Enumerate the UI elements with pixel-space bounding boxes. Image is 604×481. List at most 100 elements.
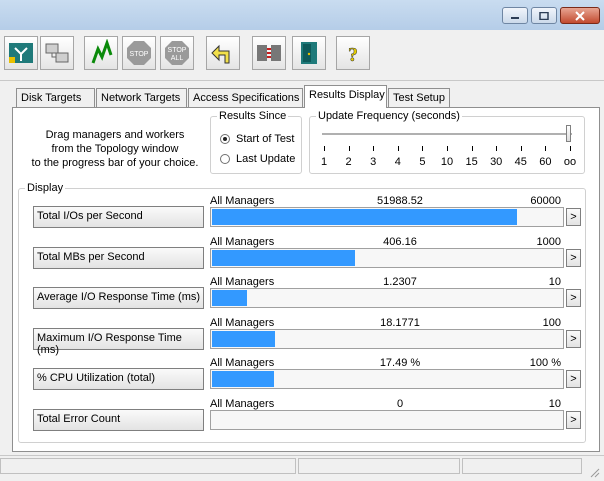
minimize-button[interactable] (502, 7, 528, 24)
slider-tick (348, 146, 350, 151)
close-button[interactable] (560, 7, 600, 24)
tab-network-targets[interactable]: Network Targets (96, 88, 187, 108)
row-value-label: 18.1771 (380, 317, 420, 329)
slider-tick-label: 15 (465, 156, 478, 168)
progress-bar[interactable] (210, 329, 564, 349)
row-more-button[interactable]: > (566, 411, 581, 429)
slider-tick-label: 1 (320, 156, 328, 168)
help-icon: ? (348, 44, 359, 67)
radio-label: Start of Test (236, 133, 295, 145)
display-title: Display (27, 182, 64, 194)
row-more-button[interactable]: > (566, 370, 581, 388)
stop-icon: STOP (127, 41, 151, 65)
tab-test-setup[interactable]: Test Setup (388, 88, 450, 108)
resize-grip-icon[interactable] (588, 466, 600, 478)
tab-label: Results Display (309, 89, 385, 101)
tab-label: Network Targets (101, 92, 181, 104)
row-value-label: 406.16 (383, 236, 417, 248)
metric-select-button[interactable]: % CPU Utilization (total) (33, 368, 204, 390)
tab-access-specifications[interactable]: Access Specifications (188, 88, 303, 108)
radio-start-of-test[interactable]: Start of Test (220, 133, 295, 145)
status-pane (0, 458, 296, 474)
slider-tick-label: 45 (514, 156, 527, 168)
slider-tick (373, 146, 375, 151)
start-green-flag-icon (91, 39, 113, 64)
svg-text:ALL: ALL (171, 55, 184, 62)
help-button[interactable]: ? (336, 36, 370, 70)
progress-bar[interactable] (210, 248, 564, 268)
progress-bar-fill (212, 290, 247, 306)
metric-select-button[interactable]: Maximum I/O Response Time (ms) (33, 328, 204, 356)
row-max-label: 60000 (530, 195, 561, 207)
row-more-button[interactable]: > (566, 249, 581, 267)
row-more-button[interactable]: > (566, 208, 581, 226)
slider-tick-label: 10 (440, 156, 454, 168)
metric-select-button[interactable]: Total I/Os per Second (33, 206, 204, 228)
slider-track (322, 133, 572, 136)
topology-icon (9, 43, 33, 63)
status-bar (0, 455, 604, 481)
row-source-label: All Managers (210, 398, 275, 410)
svg-text:STOP: STOP (168, 47, 187, 54)
slider-tick-label: 60 (539, 156, 552, 168)
progress-bar[interactable] (210, 369, 564, 389)
radio-last-update[interactable]: Last Update (220, 153, 295, 165)
row-value-label: 1.2307 (383, 276, 417, 288)
maximize-icon (539, 11, 549, 20)
row-max-label: 100 (542, 317, 561, 329)
status-pane (462, 458, 582, 474)
row-source-label: All Managers (210, 195, 275, 207)
tab-results-display[interactable]: Results Display (304, 85, 387, 108)
frequency-slider[interactable]: 1 2 3 4 5 10 15 30 45 60 oo (316, 124, 578, 170)
slider-tick (324, 146, 325, 151)
progress-bar[interactable] (210, 207, 564, 227)
close-icon (575, 10, 585, 21)
slider-tick (545, 146, 547, 151)
hint-line: from the Topology window (51, 143, 179, 155)
slider-tick-label: 30 (490, 156, 503, 168)
topology-button[interactable] (4, 36, 38, 70)
reset-arrow-icon (211, 44, 230, 64)
metric-select-button[interactable]: Total Error Count (33, 409, 204, 431)
start-button[interactable] (84, 36, 118, 70)
exit-button[interactable] (292, 36, 326, 70)
reset-button[interactable] (206, 36, 240, 70)
status-pane (298, 458, 460, 474)
stop-all-button[interactable]: STOP ALL (160, 36, 194, 70)
progress-bar-fill (212, 331, 275, 347)
tab-label: Access Specifications (193, 92, 300, 104)
row-max-label: 10 (548, 398, 561, 410)
title-bar (0, 0, 604, 30)
tab-disk-targets[interactable]: Disk Targets (16, 88, 95, 108)
row-source-label: All Managers (210, 276, 275, 288)
svg-text:STOP: STOP (130, 51, 149, 58)
row-more-button[interactable]: > (566, 289, 581, 307)
exit-door-icon (301, 42, 317, 64)
hint-line: Drag managers and workers (45, 129, 185, 141)
slider-thumb[interactable] (566, 125, 571, 142)
maximize-button[interactable] (531, 7, 557, 24)
slider-tick (520, 146, 522, 151)
row-more-button[interactable]: > (566, 330, 581, 348)
radio-unselected-icon (220, 154, 230, 164)
row-source-label: All Managers (210, 357, 275, 369)
progress-bar[interactable] (210, 410, 564, 430)
configure-button[interactable] (252, 36, 286, 70)
progress-bar[interactable] (210, 288, 564, 308)
tab-label: Disk Targets (21, 92, 82, 104)
slider-tick (397, 146, 399, 151)
metric-select-button[interactable]: Average I/O Response Time (ms) (33, 287, 204, 309)
slider-tick-label: 3 (370, 156, 377, 168)
workers-icon (45, 43, 69, 63)
hint-line: to the progress bar of your choice. (31, 157, 199, 169)
slider-tick (496, 146, 498, 151)
workers-button[interactable] (40, 36, 74, 70)
stop-button[interactable]: STOP (122, 36, 156, 70)
row-max-label: 10 (548, 276, 561, 288)
slider-tick (471, 146, 473, 151)
row-max-label: 1000 (536, 236, 561, 248)
update-frequency-title: Update Frequency (seconds) (318, 110, 460, 122)
window-controls (502, 7, 600, 24)
progress-bar-fill (212, 209, 517, 225)
metric-select-button[interactable]: Total MBs per Second (33, 247, 204, 269)
